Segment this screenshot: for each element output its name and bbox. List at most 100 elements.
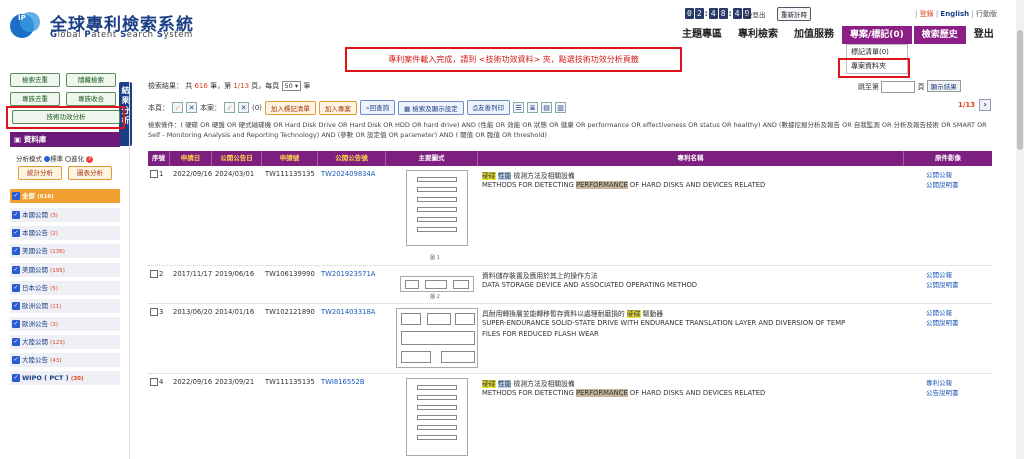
main-nav: 主題專區 專利檢索 加值服務 專案/標記(0) 檢索歷史 登出: [674, 26, 1002, 44]
back-search-button[interactable]: ⌕回查詢: [359, 100, 396, 115]
goto-page: 跳至第 頁 顯示結果: [858, 80, 961, 93]
pub-gazette-link[interactable]: 公開公報: [926, 270, 959, 280]
db-tw-grant[interactable]: ✓ 本國公告 (2): [10, 226, 120, 240]
add-project-button[interactable]: 加入專案: [318, 100, 357, 115]
stat-analysis-button[interactable]: 統計分析: [18, 166, 62, 180]
main-drawing-thumbnail[interactable]: [400, 276, 474, 292]
pub-no-link[interactable]: TW201923571A: [321, 270, 375, 278]
nav-value-added[interactable]: 加值服務: [786, 26, 842, 44]
patent-title[interactable]: 硬碟 性能 檢測方法及相關設備 METHODS FOR DETECTING PE…: [482, 378, 765, 399]
add-mark-button[interactable]: 加入標記清單: [264, 100, 316, 115]
pub-no-link[interactable]: TW202409834A: [321, 170, 375, 178]
next-page-icon[interactable]: ›: [979, 99, 992, 111]
row-checkbox[interactable]: [150, 378, 158, 386]
patent-gazette-link[interactable]: 專利公報: [926, 378, 959, 388]
db-all[interactable]: ✓ 全部 (616): [10, 189, 120, 203]
db-ep-publication[interactable]: ✓ 歐洲公開 (11): [10, 299, 120, 313]
clear-case-icon[interactable]: ✕: [238, 102, 249, 113]
scrollbar-thumb[interactable]: [1017, 30, 1023, 150]
nav-search-history[interactable]: 檢索歷史: [913, 26, 966, 44]
pub-date: 2014/01/16: [215, 308, 255, 316]
db-tw-publication[interactable]: ✓ 本國公開 (3): [10, 208, 120, 222]
settings-button[interactable]: ▦ 檢索及顯示設定: [398, 100, 464, 115]
checkbox-icon[interactable]: ✓: [12, 320, 20, 328]
db-ep-grant[interactable]: ✓ 歐洲公告 (3): [10, 317, 120, 331]
grant-spec-link[interactable]: 公告說明書: [926, 388, 959, 398]
checkbox-icon[interactable]: ✓: [12, 374, 20, 382]
checkbox-icon[interactable]: ✓: [12, 338, 20, 346]
row-checkbox[interactable]: [150, 270, 158, 278]
main-drawing-thumbnail[interactable]: [406, 170, 468, 246]
patent-title[interactable]: 具耐用轉換層並能轉移暫存資料以處理耐磨損的 硬碟 驅動器 SUPER-ENDUR…: [482, 308, 845, 340]
pub-gazette-link[interactable]: 公開公報: [926, 308, 959, 318]
db-jp-grant[interactable]: ✓ 日本公告 (5): [10, 281, 120, 295]
tipo-logo: IP: [10, 12, 40, 38]
pub-gazette-link[interactable]: 公開公報: [926, 170, 959, 180]
english-link[interactable]: English: [940, 10, 969, 18]
mark-list-item[interactable]: 標記清單(0): [847, 45, 907, 59]
dedupe-search-button[interactable]: 檢索去重: [10, 73, 60, 87]
view-detail-icon[interactable]: ≣: [527, 102, 538, 113]
hide-search-button[interactable]: 隱藏檢索: [66, 73, 116, 87]
pub-date: 2024/03/01: [215, 170, 255, 178]
patent-title[interactable]: 硬碟 性能 檢測方法及相關設備 METHODS FOR DETECTING PE…: [482, 170, 765, 191]
help-icon[interactable]: ?: [86, 155, 94, 163]
original-images: 公開公報 公開說明書: [926, 270, 959, 290]
checkbox-icon[interactable]: ✓: [12, 302, 20, 310]
checkbox-icon[interactable]: ✓: [12, 284, 20, 292]
pub-no-link[interactable]: TW201403318A: [321, 308, 375, 316]
main-drawing-thumbnail[interactable]: [406, 378, 468, 456]
figure-caption: 圖 1: [430, 255, 440, 261]
timer-colon: :: [704, 9, 708, 18]
print-button[interactable]: ⎙友善列印: [466, 100, 510, 115]
nav-patent-search[interactable]: 專利檢索: [730, 26, 786, 44]
table-row: 3 2013/06/20 2014/01/16 TW102121890 TW20…: [148, 304, 992, 374]
checkbox-icon[interactable]: ✓: [12, 247, 20, 255]
checkbox-icon[interactable]: ✓: [12, 211, 20, 219]
select-case-icon[interactable]: ✓: [224, 102, 235, 113]
apply-no: TW111135135: [265, 170, 315, 178]
db-wipo[interactable]: ✓ WIPO ( PCT ) (30): [10, 371, 120, 385]
pub-date: 2019/06/16: [215, 270, 255, 278]
nav-topics[interactable]: 主題專區: [674, 26, 730, 44]
checkbox-icon[interactable]: ✓: [12, 229, 20, 237]
family-dedupe-button[interactable]: 專族去重: [10, 92, 60, 106]
clear-page-icon[interactable]: ✕: [186, 102, 197, 113]
checkbox-icon[interactable]: ✓: [12, 192, 20, 200]
family-collapse-button[interactable]: 專族收合: [66, 92, 116, 106]
patent-title[interactable]: 資料儲存裝置及應用於其上的操作方法 DATA STORAGE DEVICE AN…: [482, 270, 697, 291]
pub-spec-link[interactable]: 公開說明書: [926, 318, 959, 328]
figure-caption: 圖 2: [430, 294, 440, 300]
mobile-link[interactable]: 行動版: [976, 10, 997, 18]
db-cn-grant[interactable]: ✓ 大陸公告 (43): [10, 353, 120, 367]
row-checkbox[interactable]: [150, 308, 158, 316]
db-us-grant[interactable]: ✓ 美國公告 (136): [10, 244, 120, 258]
view-table-icon[interactable]: ▤: [541, 102, 552, 113]
row-checkbox[interactable]: [150, 170, 158, 178]
db-cn-publication[interactable]: ✓ 大陸公開 (123): [10, 335, 120, 349]
row-index: 2: [150, 270, 163, 278]
show-result-button[interactable]: 顯示結果: [926, 80, 961, 92]
database-header: ▣ 資料庫: [10, 132, 120, 147]
checkbox-icon[interactable]: ✓: [12, 356, 20, 364]
pub-no-link[interactable]: TWI816552B: [321, 378, 365, 386]
pub-spec-link[interactable]: 公開說明書: [926, 280, 959, 290]
view-image-icon[interactable]: ▥: [555, 102, 566, 113]
nav-logout[interactable]: 登出: [966, 26, 1002, 44]
chart-analysis-button[interactable]: 圖表分析: [68, 166, 112, 180]
db-us-publication[interactable]: ✓ 美國公開 (195): [10, 263, 120, 277]
pub-spec-link[interactable]: 公開說明書: [926, 180, 959, 190]
goto-page-input[interactable]: [881, 81, 916, 93]
apply-date: 2017/11/17: [173, 270, 213, 278]
select-page-icon[interactable]: ✓: [172, 102, 183, 113]
login-link[interactable]: 登錄: [920, 10, 934, 18]
checkbox-icon[interactable]: ✓: [12, 266, 20, 274]
per-page-select[interactable]: 50 ▾: [281, 81, 302, 91]
main-drawing-thumbnail[interactable]: [396, 308, 478, 368]
reset-timer-button[interactable]: 重新計時: [777, 7, 811, 21]
original-images: 專利公報 公告說明書: [926, 378, 959, 398]
timer-digit: 4: [732, 8, 742, 19]
apply-date: 2013/06/20: [173, 308, 213, 316]
view-list-icon[interactable]: ☰: [513, 102, 524, 113]
nav-projects-marks[interactable]: 專案/標記(0): [842, 26, 912, 44]
